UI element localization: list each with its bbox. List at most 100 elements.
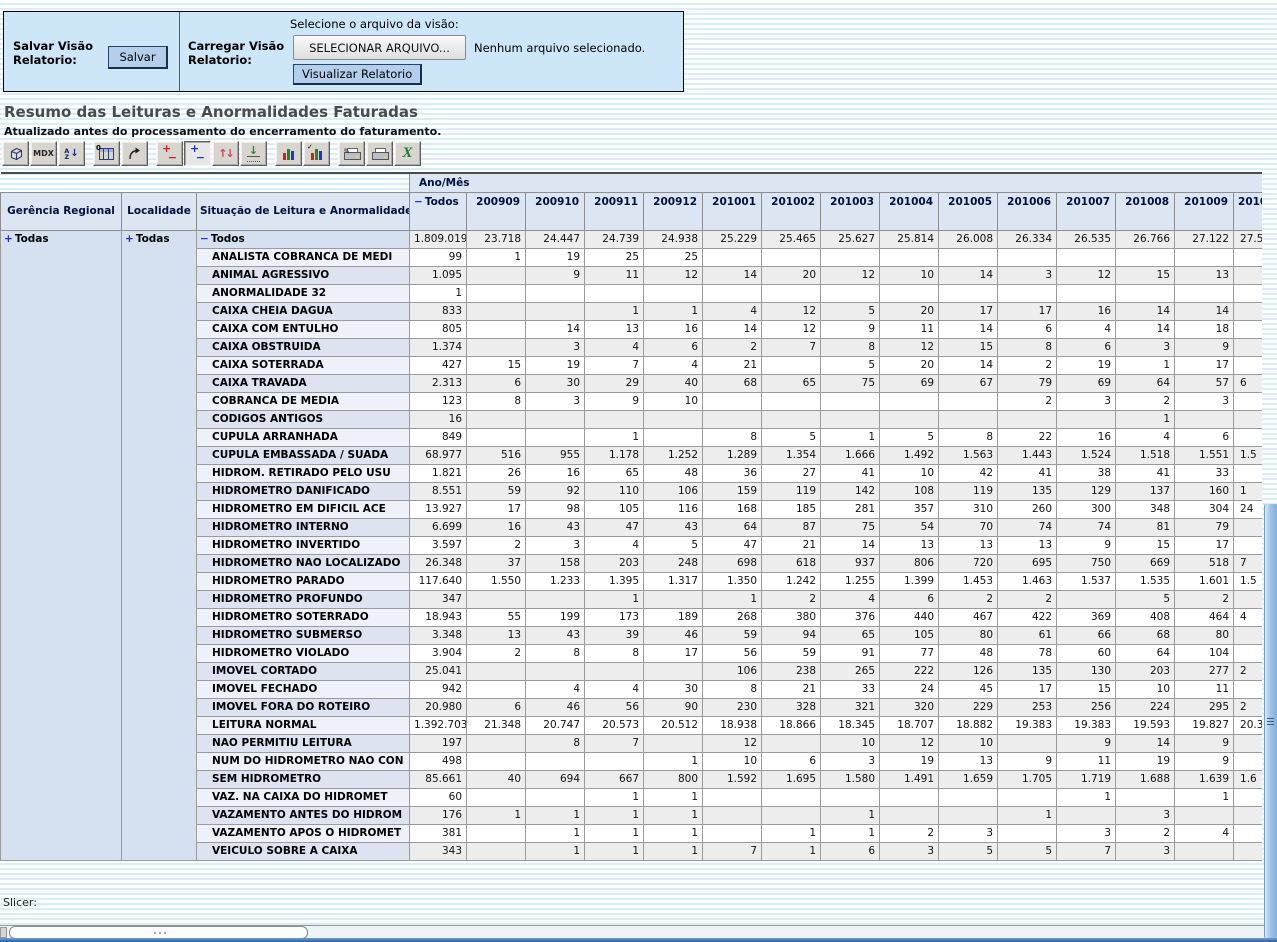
drill-through-button[interactable]: ↓ bbox=[240, 141, 267, 166]
row-label[interactable]: HIDROMETRO NAO LOCALIZADO bbox=[197, 554, 410, 572]
row-axis-header-gerencia: Gerência Regional bbox=[1, 192, 122, 230]
print-pdf-button[interactable] bbox=[366, 141, 393, 166]
pivot-cell: 40 bbox=[467, 770, 526, 788]
row-label[interactable]: NAO PERMITIU LEITURA bbox=[197, 734, 410, 752]
hide-spans-button[interactable]: +− bbox=[156, 141, 183, 166]
pivot-cell: 1 bbox=[644, 302, 703, 320]
row-label[interactable]: LEITURA NORMAL bbox=[197, 716, 410, 734]
expand-icon[interactable]: + bbox=[125, 233, 134, 245]
row-label[interactable]: CUPULA ARRANHADA bbox=[197, 428, 410, 446]
row-label[interactable]: VAZ. NA CAIXA DO HIDROMET bbox=[197, 788, 410, 806]
pivot-cell: 56 bbox=[703, 644, 762, 662]
pivot-cell: 64 bbox=[703, 518, 762, 536]
pivot-cell: 4 bbox=[1175, 824, 1234, 842]
row-label[interactable]: CAIXA TRAVADA bbox=[197, 374, 410, 392]
pivot-cell: 13 bbox=[998, 536, 1057, 554]
pivot-cell: 3 bbox=[526, 392, 585, 410]
pivot-cell: 19 bbox=[880, 752, 939, 770]
row-label[interactable]: HIDROMETRO VIOLADO bbox=[197, 644, 410, 662]
row-label[interactable]: IMOVEL FORA DO ROTEIRO bbox=[197, 698, 410, 716]
show-chart-button[interactable] bbox=[275, 141, 302, 166]
row-label[interactable]: HIDROM. RETIRADO PELO USU bbox=[197, 464, 410, 482]
print-config-button[interactable]: ✎ bbox=[338, 141, 365, 166]
row-label[interactable]: HIDROMETRO PARADO bbox=[197, 572, 410, 590]
pivot-cell: 70 bbox=[939, 518, 998, 536]
expand-icon[interactable]: + bbox=[4, 233, 13, 245]
row-label[interactable]: VEICULO SOBRE A CAIXA bbox=[197, 842, 410, 860]
row-label[interactable]: ANALISTA COBRANCA DE MEDI bbox=[197, 248, 410, 266]
pivot-cell bbox=[1234, 302, 1262, 320]
localidade-member-cell[interactable]: +Todas bbox=[122, 230, 197, 860]
pivot-cell: 5 bbox=[821, 356, 880, 374]
column-header-todos[interactable]: −Todos bbox=[410, 192, 467, 230]
column-header-row: Gerência Regional Localidade Situação de… bbox=[1, 192, 1263, 230]
olap-navigator-button[interactable] bbox=[2, 141, 29, 166]
row-label[interactable]: HIDROMETRO INVERTIDO bbox=[197, 536, 410, 554]
collapse-icon[interactable]: − bbox=[414, 196, 423, 208]
pivot-cell: 1.535 bbox=[1116, 572, 1175, 590]
row-label[interactable]: −Todos bbox=[197, 230, 410, 248]
swap-axes-button[interactable] bbox=[121, 141, 148, 166]
collapse-icon[interactable]: − bbox=[200, 233, 209, 245]
row-label[interactable]: CUPULA EMBASSADA / SUADA bbox=[197, 446, 410, 464]
row-label[interactable]: HIDROMETRO PROFUNDO bbox=[197, 590, 410, 608]
row-axis-header-situacao: Situação de Leitura e Anormalidade de Fa… bbox=[197, 192, 410, 230]
select-file-button[interactable]: SELECIONAR ARQUIVO... bbox=[293, 35, 466, 60]
save-button[interactable]: Salvar bbox=[108, 46, 168, 69]
pivot-cell bbox=[821, 410, 880, 428]
pivot-cell bbox=[762, 392, 821, 410]
pivot-cell: 1 bbox=[585, 842, 644, 860]
suppress-empty-button[interactable]: ↑↓ bbox=[212, 141, 239, 166]
row-label[interactable]: ANORMALIDADE 32 bbox=[197, 284, 410, 302]
horizontal-scrollbar[interactable] bbox=[0, 925, 1277, 939]
row-label[interactable]: HIDROMETRO DANIFICADO bbox=[197, 482, 410, 500]
pivot-cell bbox=[1234, 392, 1262, 410]
row-label[interactable]: ANIMAL AGRESSIVO bbox=[197, 266, 410, 284]
show-parent-members-button[interactable]: 0 bbox=[93, 141, 120, 166]
column-header-month: 201008 bbox=[1116, 192, 1175, 230]
row-label[interactable]: IMOVEL FECHADO bbox=[197, 680, 410, 698]
pivot-cell: 4 bbox=[526, 680, 585, 698]
pivot-cell: 1.492 bbox=[880, 446, 939, 464]
row-label[interactable]: CAIXA COM ENTULHO bbox=[197, 320, 410, 338]
pivot-cell bbox=[998, 410, 1057, 428]
gerencia-member-cell[interactable]: +Todas bbox=[1, 230, 122, 860]
sort-button[interactable]: AZ↓ bbox=[58, 141, 85, 166]
row-label[interactable]: HIDROMETRO SOTERRADO bbox=[197, 608, 410, 626]
show-spans-button[interactable]: +− bbox=[184, 141, 211, 166]
pivot-cell: 7 bbox=[1234, 554, 1262, 572]
row-label[interactable]: VAZAMENTO APOS O HIDROMET bbox=[197, 824, 410, 842]
row-label[interactable]: HIDROMETRO EM DIFICIL ACE bbox=[197, 500, 410, 518]
view-report-button[interactable]: Visualizar Relatorio bbox=[293, 64, 422, 85]
pivot-cell: 5 bbox=[762, 428, 821, 446]
pivot-cell bbox=[644, 410, 703, 428]
pivot-cell: 15 bbox=[467, 356, 526, 374]
pivot-cell bbox=[703, 410, 762, 428]
pivot-cell: 8 bbox=[939, 428, 998, 446]
scroll-left-button[interactable] bbox=[0, 927, 7, 938]
row-label[interactable]: CAIXA CHEIA DAGUA bbox=[197, 302, 410, 320]
pivot-cell: 1.491 bbox=[880, 770, 939, 788]
row-label[interactable]: HIDROMETRO INTERNO bbox=[197, 518, 410, 536]
row-label[interactable]: HIDROMETRO SUBMERSO bbox=[197, 626, 410, 644]
row-label[interactable]: SEM HIDROMETRO bbox=[197, 770, 410, 788]
export-excel-button[interactable]: X bbox=[394, 141, 421, 166]
pivot-cell: 12 bbox=[880, 338, 939, 356]
mdx-editor-button[interactable]: MDX bbox=[30, 141, 57, 166]
pivot-cell bbox=[762, 734, 821, 752]
column-header-month: 201003 bbox=[821, 192, 880, 230]
row-label[interactable]: CAIXA OBSTRUIDA bbox=[197, 338, 410, 356]
report-view-panel: Salvar Visão Relatorio: Salvar Carregar … bbox=[3, 11, 684, 92]
row-label[interactable]: CODIGOS ANTIGOS bbox=[197, 410, 410, 428]
chart-config-button[interactable]: ✓ bbox=[303, 141, 330, 166]
row-label[interactable]: COBRANCA DE MEDIA bbox=[197, 392, 410, 410]
row-label[interactable]: VAZAMENTO ANTES DO HIDROM bbox=[197, 806, 410, 824]
pivot-cell: 3.348 bbox=[410, 626, 467, 644]
row-label[interactable]: CAIXA SOTERRADA bbox=[197, 356, 410, 374]
pivot-cell: 1 bbox=[644, 788, 703, 806]
vertical-scrollbar[interactable] bbox=[1264, 504, 1277, 938]
row-label[interactable]: IMOVEL CORTADO bbox=[197, 662, 410, 680]
row-label[interactable]: NUM DO HIDROMETRO NAO CON bbox=[197, 752, 410, 770]
pivot-cell: 1.6 bbox=[1234, 770, 1262, 788]
pivot-cell: 805 bbox=[410, 320, 467, 338]
